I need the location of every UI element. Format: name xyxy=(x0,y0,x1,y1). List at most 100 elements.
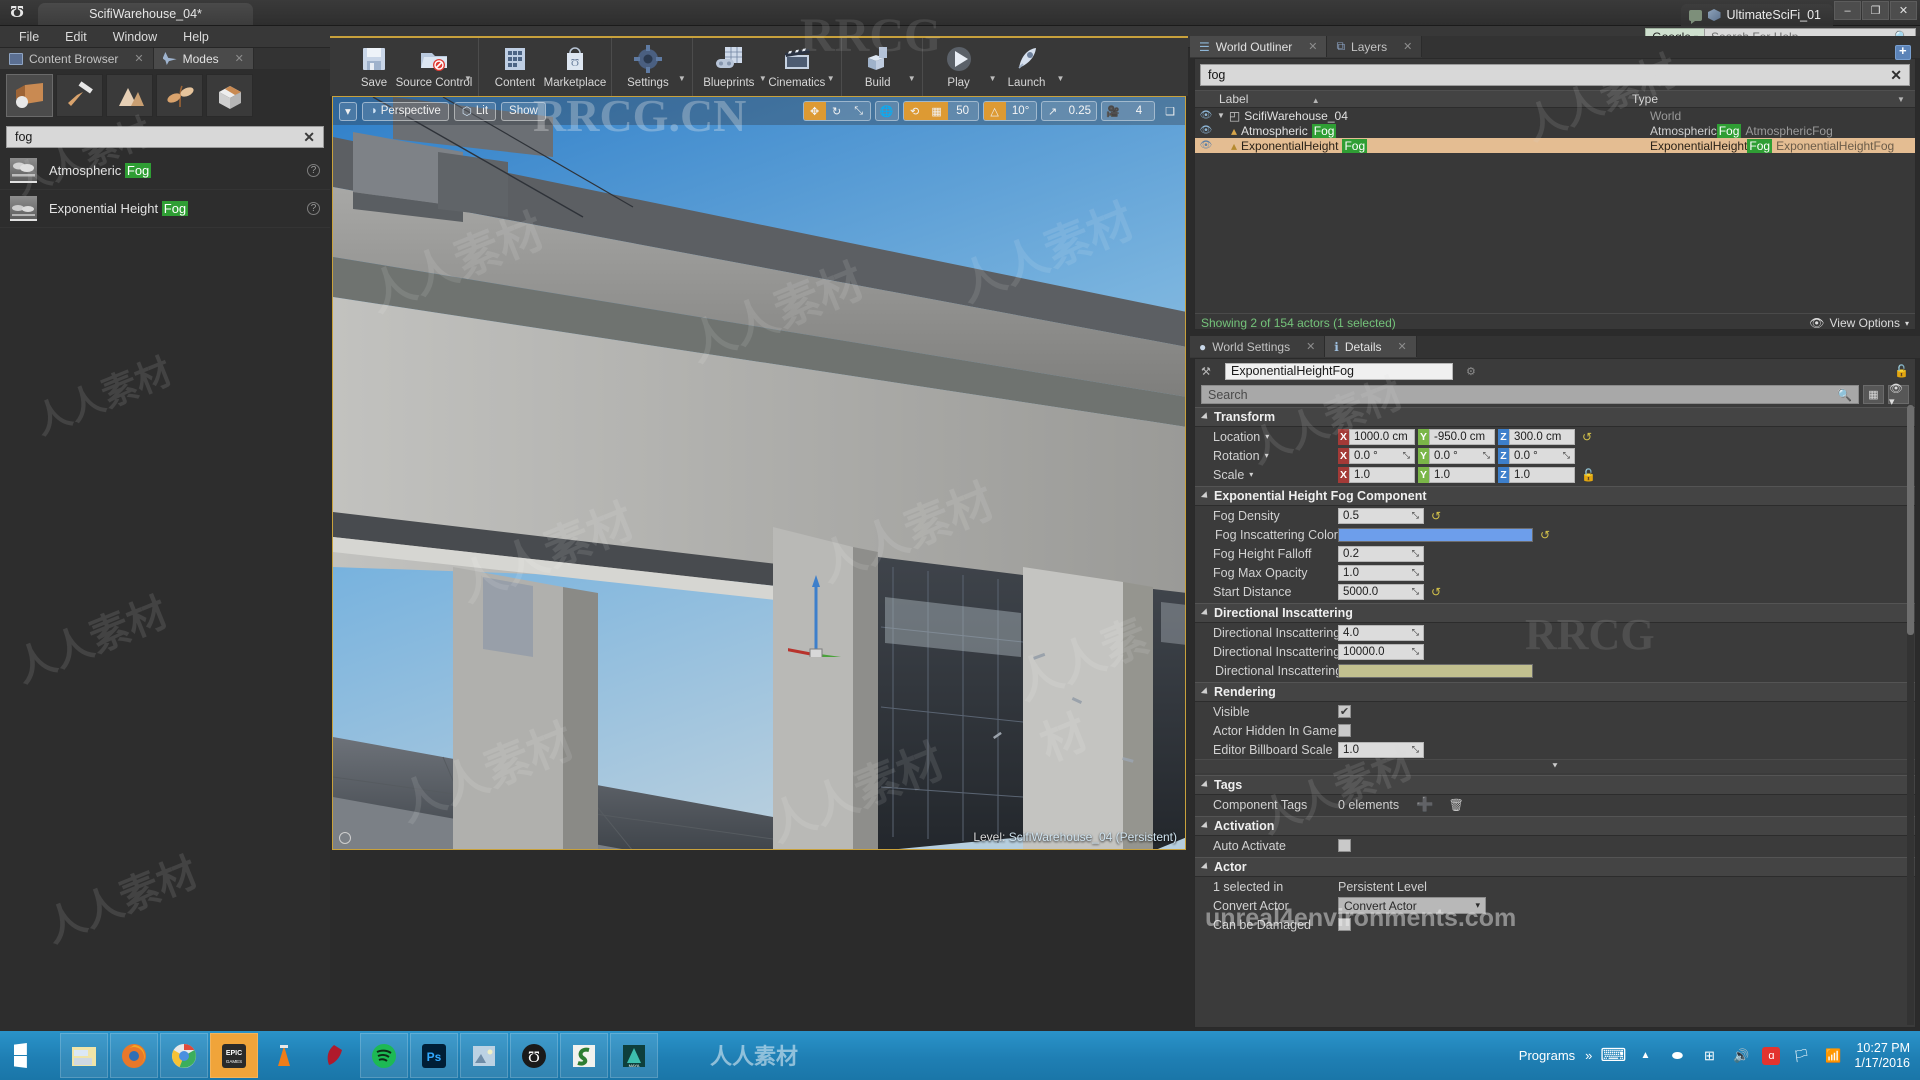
action-center-icon[interactable]: ⊞ xyxy=(1698,1046,1720,1066)
image-viewer-icon[interactable] xyxy=(460,1033,508,1078)
vlc-icon[interactable] xyxy=(260,1033,308,1078)
close-icon[interactable]: ✕ xyxy=(134,52,143,65)
spinner-icon[interactable]: ⤡ xyxy=(1412,627,1419,638)
fog-max-opacity-input[interactable]: 1.0⤡ xyxy=(1338,565,1424,581)
scale-x-input[interactable]: 1.0 xyxy=(1349,467,1415,483)
geometry-edit-mode-icon[interactable] xyxy=(206,74,253,117)
start-distance-input[interactable]: 5000.0⤡ xyxy=(1338,584,1424,600)
translate-gizmo-icon[interactable]: ✥ xyxy=(804,102,826,120)
rotation-x-input[interactable]: 0.0 °⤡ xyxy=(1349,448,1415,464)
list-item[interactable]: Exponential Height Fog ? xyxy=(0,190,330,228)
close-icon[interactable]: ✕ xyxy=(1403,40,1412,53)
cinematics-button[interactable]: Cinematics xyxy=(767,38,827,89)
substance-icon[interactable] xyxy=(560,1033,608,1078)
spinner-icon[interactable]: ⤡ xyxy=(1412,567,1419,578)
viewport-show-button[interactable]: Show xyxy=(501,102,546,121)
delete-elements-icon[interactable]: 🗑 xyxy=(1449,798,1464,812)
play-button[interactable]: Play xyxy=(929,38,989,89)
fog-density-input[interactable]: 0.5⤡ xyxy=(1338,508,1424,524)
angle-snap-value[interactable]: 10° xyxy=(1006,102,1036,120)
list-item[interactable]: Atmospheric Fog ? xyxy=(0,152,330,190)
spinner-icon[interactable]: ⤡ xyxy=(1412,646,1419,657)
tab-content-browser[interactable]: Content Browser ✕ xyxy=(0,48,154,69)
foliage-mode-icon[interactable] xyxy=(156,74,203,117)
help-icon[interactable]: ? xyxy=(307,202,320,215)
photoshop-icon[interactable]: Ps xyxy=(410,1033,458,1078)
angle-snap-icon[interactable]: △ xyxy=(984,102,1006,120)
chevron-down-icon[interactable]: ▼ xyxy=(989,74,997,83)
viewport-viewmode-button[interactable]: ⬡ Lit xyxy=(454,102,496,121)
file-explorer-icon[interactable] xyxy=(60,1033,108,1078)
surface-snap-icon[interactable]: ⟲ xyxy=(904,102,926,120)
lock-icon[interactable]: 🔓 xyxy=(1894,364,1909,378)
show-advanced-button[interactable]: ⯆ xyxy=(1195,759,1915,773)
blueprints-button[interactable]: Blueprints xyxy=(699,38,759,89)
place-mode-icon[interactable] xyxy=(6,74,53,117)
grid-snap-value[interactable]: 50 xyxy=(948,102,978,120)
section-header-tags[interactable]: Tags xyxy=(1195,775,1915,795)
table-row[interactable]: 👁 ▴ ExponentialHeightFog ExponentialHeig… xyxy=(1195,138,1915,153)
volume-icon[interactable]: 🔊 xyxy=(1730,1046,1752,1066)
revert-icon[interactable]: ↺ xyxy=(1431,509,1441,523)
can-be-damaged-checkbox[interactable] xyxy=(1338,918,1351,931)
viewport-options-button[interactable]: ▾ xyxy=(339,102,357,121)
tab-modes[interactable]: Modes ✕ xyxy=(154,48,254,69)
chrome-icon[interactable] xyxy=(160,1033,208,1078)
minimize-button[interactable]: – xyxy=(1834,1,1861,20)
add-filter-icon[interactable] xyxy=(1895,45,1911,60)
avira-icon[interactable]: ɑ xyxy=(1762,1047,1780,1065)
paint-mode-icon[interactable] xyxy=(56,74,103,117)
viewport-corner-handle[interactable] xyxy=(339,832,351,844)
help-icon[interactable]: ? xyxy=(307,164,320,177)
section-header-actor[interactable]: Actor xyxy=(1195,857,1915,877)
table-row[interactable]: 👁 ▼ ◰ ScifiWarehouse_04 World xyxy=(1195,108,1915,123)
signal-icon[interactable]: 📶 xyxy=(1822,1046,1844,1066)
tab-world-outliner[interactable]: ☰ World Outliner ✕ xyxy=(1190,36,1327,57)
actor-hidden-in-game-checkbox[interactable] xyxy=(1338,724,1351,737)
network-alert-icon[interactable]: 🏳 xyxy=(1790,1046,1812,1066)
location-x-input[interactable]: 1000.0 cm xyxy=(1349,429,1415,445)
eye-icon[interactable]: 👁 xyxy=(1195,110,1217,121)
chevron-down-icon[interactable]: ▼ xyxy=(464,74,472,83)
section-header-exponential-height-fog-component[interactable]: Exponential Height Fog Component xyxy=(1195,486,1915,506)
chevron-down-icon[interactable]: ▼ xyxy=(678,74,686,83)
section-header-transform[interactable]: Transform xyxy=(1195,407,1915,427)
rotation-z-input[interactable]: 0.0 °⤡ xyxy=(1509,448,1575,464)
maximize-viewport-icon[interactable]: ❑ xyxy=(1159,105,1181,118)
unreal-engine-icon[interactable]: Ʊ xyxy=(510,1033,558,1078)
spinner-icon[interactable]: ⤡ xyxy=(1483,450,1490,461)
cube-icon[interactable] xyxy=(1708,9,1721,21)
world-coordinates-icon[interactable]: 🌐 xyxy=(876,102,898,120)
revert-icon[interactable]: ↺ xyxy=(1582,430,1592,444)
scale-y-input[interactable]: 1.0 xyxy=(1429,467,1495,483)
viewport-perspective-button[interactable]: ◑ Perspective xyxy=(362,102,449,121)
revert-icon[interactable]: ↺ xyxy=(1431,585,1441,599)
fog-inscattering-color-swatch[interactable] xyxy=(1338,528,1533,542)
menu-item-edit[interactable]: Edit xyxy=(52,26,100,48)
chevron-down-icon[interactable]: ▾ xyxy=(1265,451,1269,460)
section-header-rendering[interactable]: Rendering xyxy=(1195,682,1915,702)
source-control-button[interactable]: Source Control xyxy=(404,38,464,89)
chevron-down-icon[interactable]: ▼ xyxy=(827,74,835,83)
menu-item-file[interactable]: File xyxy=(6,26,52,48)
section-header-directional-inscattering[interactable]: Directional Inscattering xyxy=(1195,603,1915,623)
spinner-icon[interactable]: ⤡ xyxy=(1412,744,1419,755)
firefox-icon[interactable] xyxy=(110,1033,158,1078)
scale-snap-icon[interactable]: ↗ xyxy=(1042,102,1064,120)
section-header-activation[interactable]: Activation xyxy=(1195,816,1915,836)
close-button[interactable]: ✕ xyxy=(1890,1,1917,20)
menu-item-help[interactable]: Help xyxy=(170,26,222,48)
chat-icon[interactable] xyxy=(1689,10,1702,21)
tab-details[interactable]: ℹ Details ✕ xyxy=(1325,336,1416,357)
marketplace-button[interactable]: Ʊ Marketplace xyxy=(545,38,605,89)
chevron-down-icon[interactable]: ▼ xyxy=(759,74,767,83)
rotation-y-input[interactable]: 0.0 °⤡ xyxy=(1429,448,1495,464)
transform-gizmo[interactable] xyxy=(788,567,868,657)
project-tab[interactable]: ScifiWarehouse_04* xyxy=(38,3,253,25)
eye-icon[interactable]: 👁 xyxy=(1195,140,1217,151)
outliner-view-options-button[interactable]: 👁 View Options ▾ xyxy=(1809,316,1909,330)
chevron-down-icon[interactable]: ▾ xyxy=(1265,432,1269,441)
krita-icon[interactable] xyxy=(310,1033,358,1078)
outliner-search-input[interactable]: fog ✕ xyxy=(1200,64,1910,86)
directional-inscattering-color-swatch[interactable] xyxy=(1338,664,1533,678)
